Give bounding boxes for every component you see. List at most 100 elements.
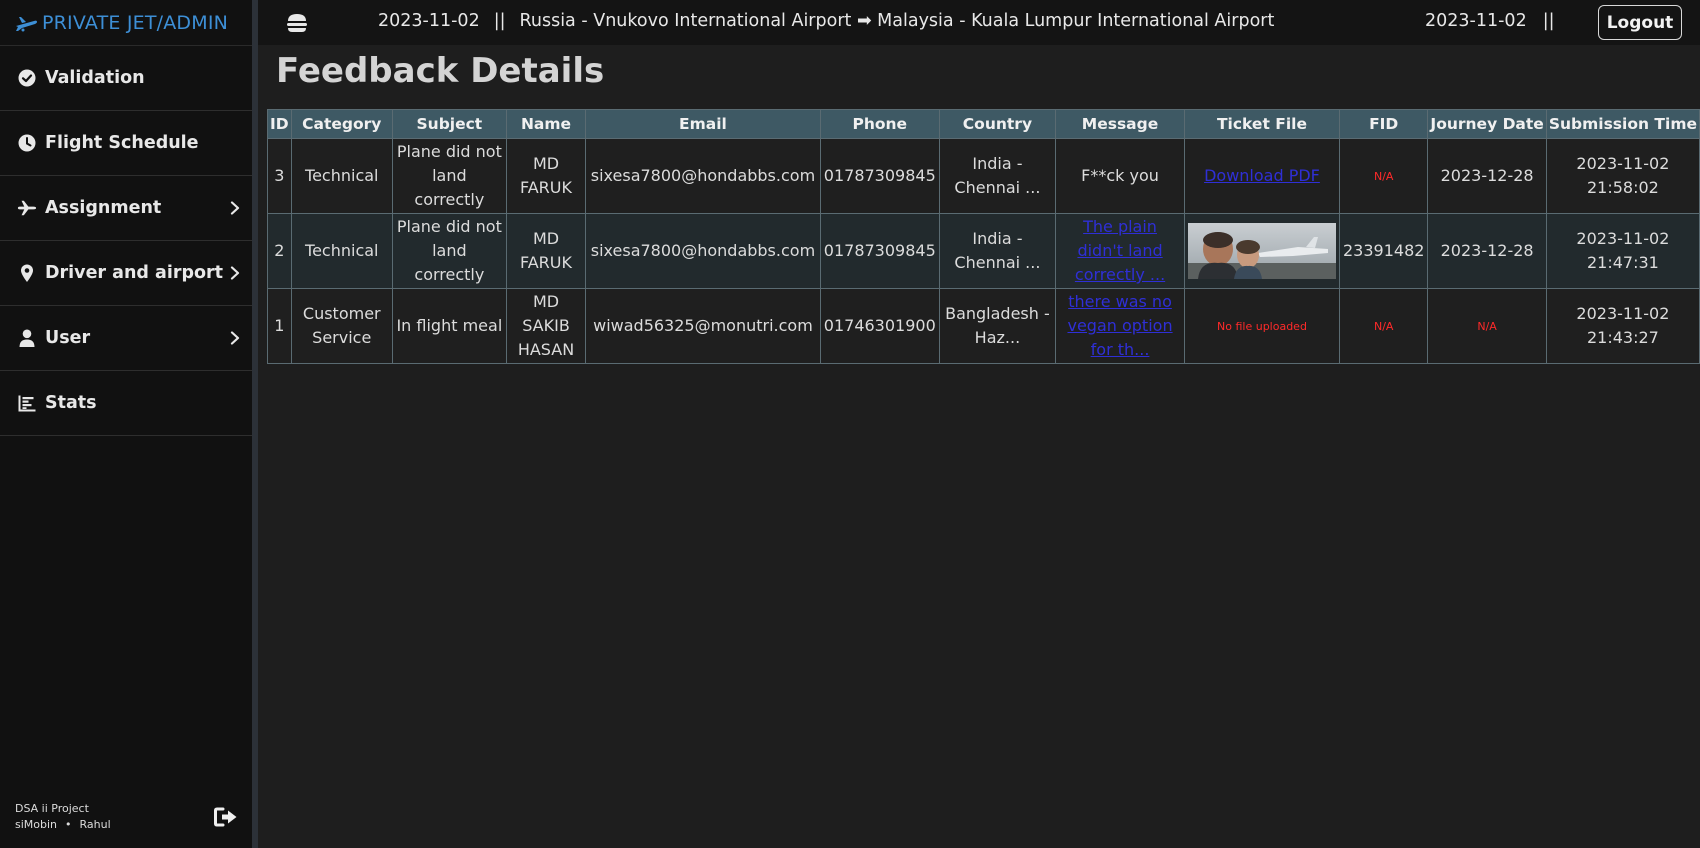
cell-submission-time: 2023-11-02 21:47:31	[1545, 213, 1700, 289]
sidebar-item-stats[interactable]: Stats	[0, 371, 252, 436]
brand-logo[interactable]: PRIVATE JET/ADMIN	[0, 0, 252, 46]
topbar: 2023-11-02 || Russia - Vnukovo Internation…	[258, 0, 1700, 45]
cell-ticket-file: Download PDF	[1183, 138, 1340, 214]
cell-message: there was no vegan option for th...	[1055, 288, 1185, 364]
chevron-right-icon	[230, 201, 240, 215]
map-pin-icon	[17, 263, 37, 283]
cell-id: 3	[267, 138, 292, 214]
column-header-ticket-file[interactable]: Ticket File	[1183, 109, 1340, 139]
cell-journey-date: 2023-12-28	[1427, 213, 1547, 289]
sidebar-item-driver-and-airport[interactable]: Driver and airport	[0, 241, 252, 306]
author-name: siMobin	[15, 818, 58, 831]
cell-subject: Plane did not land correctly	[391, 138, 507, 214]
plane-icon	[17, 198, 37, 218]
project-name: DSA ii Project	[15, 802, 89, 815]
cell-submission-time: 2023-11-02 21:43:27	[1545, 288, 1700, 364]
brand-text: PRIVATE JET/ADMIN	[42, 11, 229, 34]
cell-submission-time: 2023-11-02 21:58:02	[1545, 138, 1700, 214]
cell-category: Technical	[290, 213, 393, 289]
cell-name: MD SAKIB HASAN	[505, 288, 587, 364]
cell-phone: 01787309845	[819, 213, 940, 289]
sign-out-icon[interactable]	[214, 807, 238, 827]
sidebar-item-label: Flight Schedule	[45, 133, 199, 153]
fid-na: N/A	[1373, 170, 1394, 183]
plane-logo-icon	[16, 16, 37, 31]
table-row: 2 Technical Plane did not land correctly…	[267, 213, 1700, 289]
column-header-submission-time[interactable]: Submission Time	[1545, 109, 1700, 139]
route-text: Russia - Vnukovo International Airport ➡…	[519, 11, 1275, 31]
column-header-name[interactable]: Name	[505, 109, 587, 139]
cell-email: wiwad56325@monutri.com	[585, 288, 821, 364]
cell-fid: N/A	[1338, 288, 1429, 364]
column-header-category[interactable]: Category	[290, 109, 393, 139]
route-separator: ||	[493, 11, 506, 31]
sidebar: PRIVATE JET/ADMIN Validation Flight Sche…	[0, 0, 258, 848]
sidebar-item-validation[interactable]: Validation	[0, 46, 252, 111]
message-link[interactable]: The plain didn't land correctly ...	[1075, 217, 1165, 284]
cell-phone: 01787309845	[819, 138, 940, 214]
sidebar-item-flight-schedule[interactable]: Flight Schedule	[0, 111, 252, 176]
cell-country: India - Chennai ...	[938, 138, 1057, 214]
cell-journey-date: N/A	[1427, 288, 1547, 364]
table-header-row: ID Category Subject Name Email Phone Cou…	[267, 109, 1700, 139]
sidebar-item-label: User	[45, 328, 91, 348]
sidebar-item-label: Driver and airport	[45, 263, 224, 283]
journey-date-na: N/A	[1477, 320, 1497, 333]
cell-subject: In flight meal	[391, 288, 507, 364]
bar-chart-icon	[17, 393, 37, 413]
cell-message: The plain didn't land correctly ...	[1055, 213, 1185, 289]
column-header-subject[interactable]: Subject	[391, 109, 507, 139]
cell-id: 2	[267, 213, 292, 289]
cell-ticket-file	[1183, 213, 1340, 289]
column-header-country[interactable]: Country	[938, 109, 1057, 139]
cell-country: Bangladesh - Haz...	[938, 288, 1057, 364]
sidebar-item-label: Assignment	[45, 198, 162, 218]
author-name: Rahul	[79, 818, 111, 831]
cell-category: Technical	[290, 138, 393, 214]
feedback-table: ID Category Subject Name Email Phone Cou…	[267, 109, 1700, 364]
cell-category: Customer Service	[290, 288, 393, 364]
column-header-id[interactable]: ID	[267, 109, 292, 139]
route-info: 2023-11-02 || Russia - Vnukovo Internation…	[378, 11, 1274, 31]
table-row: 1 Customer Service In flight meal MD SAK…	[267, 288, 1700, 364]
message-link[interactable]: there was no vegan option for th...	[1067, 292, 1172, 359]
table-row: 3 Technical Plane did not land correctly…	[267, 138, 1700, 214]
cell-name: MD FARUK	[505, 213, 587, 289]
column-header-email[interactable]: Email	[585, 109, 821, 139]
cell-country: India - Chennai ...	[938, 213, 1057, 289]
current-date-info: 2023-11-02 ||	[1425, 11, 1555, 31]
cell-subject: Plane did not land correctly	[391, 213, 507, 289]
logout-button[interactable]: Logout	[1598, 5, 1682, 40]
check-circle-icon	[17, 68, 37, 88]
cell-id: 1	[267, 288, 292, 364]
no-file-uploaded: No file uploaded	[1217, 320, 1307, 333]
ticket-image-thumbnail[interactable]	[1187, 223, 1336, 279]
column-header-phone[interactable]: Phone	[819, 109, 940, 139]
cell-fid: N/A	[1338, 138, 1429, 214]
column-header-message[interactable]: Message	[1055, 109, 1185, 139]
page-title: Feedback Details	[276, 51, 605, 91]
cell-ticket-file: No file uploaded	[1183, 288, 1340, 364]
burger-menu-icon[interactable]	[286, 13, 308, 33]
cell-fid: 23391482	[1338, 213, 1429, 289]
sidebar-item-assignment[interactable]: Assignment	[0, 176, 252, 241]
author-separator: •	[65, 818, 72, 831]
cell-message: F**ck you	[1055, 138, 1185, 214]
clock-icon	[17, 133, 37, 153]
cell-phone: 01746301900	[819, 288, 940, 364]
sidebar-footer: DSA ii Project siMobin • Rahul	[0, 786, 252, 848]
fid-na: N/A	[1373, 320, 1394, 333]
feedback-table-container: ID Category Subject Name Email Phone Cou…	[267, 109, 1700, 364]
user-icon	[17, 328, 37, 348]
chevron-right-icon	[230, 331, 240, 345]
sidebar-item-label: Validation	[45, 68, 145, 88]
cell-name: MD FARUK	[505, 138, 587, 214]
cell-email: sixesa7800@hondabbs.com	[585, 138, 821, 214]
current-date: 2023-11-02	[1425, 11, 1527, 31]
date-separator: ||	[1542, 11, 1555, 31]
chevron-right-icon	[230, 266, 240, 280]
sidebar-item-user[interactable]: User	[0, 306, 252, 371]
column-header-journey-date[interactable]: Journey Date	[1427, 109, 1547, 139]
column-header-fid[interactable]: FID	[1338, 109, 1429, 139]
download-pdf-link[interactable]: Download PDF	[1204, 166, 1320, 185]
